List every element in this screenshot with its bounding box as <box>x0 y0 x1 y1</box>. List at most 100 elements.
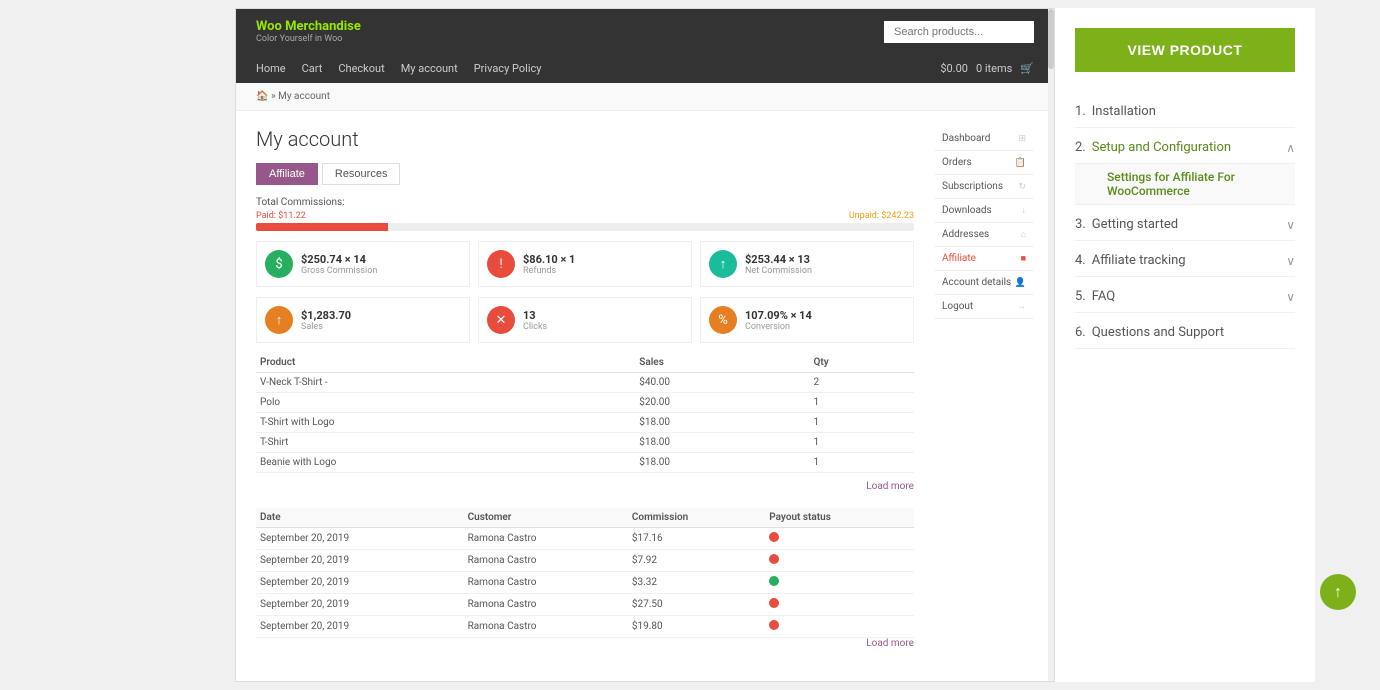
woo-header: Woo Merchandise Color Yourself in Woo <box>236 9 1054 54</box>
stat-net-label: Net Commission <box>745 266 812 276</box>
products-col-qty: Qty <box>810 353 915 373</box>
nav-setup-subitems: Settings for Affiliate For WooCommerce <box>1075 164 1295 205</box>
table-row: September 20, 2019 Ramona Castro $27.50 <box>256 594 914 616</box>
brand-subtitle: Color Yourself in Woo <box>256 34 361 44</box>
tab-resources[interactable]: Resources <box>322 163 401 185</box>
nav-home[interactable]: Home <box>256 62 286 75</box>
nav-item-faq-row[interactable]: 5. FAQ ∨ <box>1075 281 1295 313</box>
scrollbar-thumb[interactable] <box>1048 9 1054 69</box>
nav-item-getting-started-row[interactable]: 3. Getting started ∨ <box>1075 209 1295 241</box>
products-col-sales: Sales <box>635 353 809 373</box>
stat-sales: ↑ $1,283.70 Sales <box>256 297 470 343</box>
right-panel: VIEW PRODUCT 1. Installation 2. Setup an… <box>1055 8 1315 682</box>
stat-sales-label: Sales <box>301 322 351 332</box>
table-row: T-Shirt with Logo$18.001 <box>256 413 914 433</box>
stat-icon-gross: $ <box>265 250 293 278</box>
dashboard-icon: ⊞ <box>1018 134 1026 144</box>
products-col-product: Product <box>256 353 635 373</box>
affiliate-icon: ■ <box>1021 253 1026 264</box>
comm-col-commission: Commission <box>628 508 765 528</box>
nav-installation-label: Installation <box>1092 104 1295 119</box>
commission-paid-label: Paid: $11.22 <box>256 211 306 221</box>
menu-item-account-details[interactable]: Account details 👤 <box>934 271 1034 295</box>
menu-item-dashboard[interactable]: Dashboard ⊞ <box>934 127 1034 151</box>
table-row: V-Neck T-Shirt -$40.002 <box>256 373 914 393</box>
menu-item-downloads[interactable]: Downloads ↓ <box>934 199 1034 223</box>
scrollbar[interactable] <box>1048 9 1054 681</box>
orders-icon: 📋 <box>1015 158 1026 168</box>
woo-account-content: My account Affiliate Resources Total Com… <box>256 127 914 665</box>
logout-icon: → <box>1017 301 1026 312</box>
commissions-table: Date Customer Commission Payout status S… <box>256 508 914 638</box>
commissions-load-more[interactable]: Load more <box>256 638 914 649</box>
nav-item-faq: 5. FAQ ∨ <box>1075 281 1295 313</box>
nav-questions-support-label: Questions and Support <box>1092 325 1295 340</box>
tab-affiliate[interactable]: Affiliate <box>256 163 318 185</box>
commission-bar-fill <box>256 223 388 231</box>
stat-icon-sales: ↑ <box>265 306 293 334</box>
stat-icon-conversion: % <box>709 306 737 334</box>
woo-sidebar-menu: Dashboard ⊞ Orders 📋 Subscriptions ↻ Dow… <box>934 127 1034 665</box>
nav-checkout[interactable]: Checkout <box>338 62 384 75</box>
chevron-up-icon: ∧ <box>1286 141 1295 155</box>
woo-nav-links: Home Cart Checkout My account Privacy Po… <box>256 62 541 75</box>
comm-col-date: Date <box>256 508 464 528</box>
woo-brand: Woo Merchandise Color Yourself in Woo <box>256 19 361 44</box>
woo-search-input[interactable] <box>884 21 1034 43</box>
breadcrumb: 🏠 » My account <box>236 83 1054 111</box>
comm-col-status: Payout status <box>765 508 914 528</box>
status-dot-red <box>769 620 779 630</box>
nav-faq-label: FAQ <box>1092 289 1286 304</box>
account-details-icon: 👤 <box>1015 278 1026 288</box>
nav-item-installation-row[interactable]: 1. Installation <box>1075 96 1295 128</box>
status-dot-red <box>769 598 779 608</box>
menu-item-subscriptions[interactable]: Subscriptions ↻ <box>934 175 1034 199</box>
breadcrumb-current: My account <box>278 91 330 102</box>
stat-net-value: $253.44 × 13 <box>745 253 812 266</box>
nav-item-questions-support: 6. Questions and Support <box>1075 317 1295 349</box>
nav-item-setup: 2. Setup and Configuration ∧ Settings fo… <box>1075 132 1295 205</box>
stat-conversion: % 107.09% × 14 Conversion <box>700 297 914 343</box>
menu-item-addresses[interactable]: Addresses ⌂ <box>934 223 1034 247</box>
menu-item-affiliate[interactable]: Affiliate ■ <box>934 247 1034 271</box>
chevron-down-icon-2: ∨ <box>1286 254 1295 268</box>
addresses-icon: ⌂ <box>1021 229 1026 240</box>
stat-gross-commission: $ $250.74 × 14 Gross Commission <box>256 241 470 287</box>
chevron-down-icon-3: ∨ <box>1286 290 1295 304</box>
table-row: September 20, 2019 Ramona Castro $19.80 <box>256 616 914 638</box>
table-row: T-Shirt$18.001 <box>256 433 914 453</box>
nav-privacy[interactable]: Privacy Policy <box>474 62 542 75</box>
cart-area: $0.00 0 items 🛒 <box>940 62 1034 75</box>
cart-icon[interactable]: 🛒 <box>1020 62 1034 75</box>
nav-item-affiliate-tracking-row[interactable]: 4. Affiliate tracking ∨ <box>1075 245 1295 277</box>
stat-refunds-label: Refunds <box>523 266 575 276</box>
nav-my-account[interactable]: My account <box>401 62 458 75</box>
table-row: September 20, 2019 Ramona Castro $3.32 <box>256 572 914 594</box>
stat-clicks-label: Clicks <box>523 322 547 332</box>
stat-gross-label: Gross Commission <box>301 266 377 276</box>
view-product-button[interactable]: VIEW PRODUCT <box>1075 28 1295 72</box>
nav-sub-settings[interactable]: Settings for Affiliate For WooCommerce <box>1099 164 1295 204</box>
stat-icon-refunds: ! <box>487 250 515 278</box>
scroll-to-top-button[interactable]: ↑ <box>1320 574 1356 610</box>
stats-row-2: ↑ $1,283.70 Sales ✕ 13 Clicks % <box>256 297 914 343</box>
nav-setup-label: Setup and Configuration <box>1092 140 1286 155</box>
nav-item-questions-support-row[interactable]: 6. Questions and Support <box>1075 317 1295 349</box>
breadcrumb-home[interactable]: 🏠 <box>256 91 268 102</box>
stat-icon-clicks: ✕ <box>487 306 515 334</box>
stat-net-commission: ↑ $253.44 × 13 Net Commission <box>700 241 914 287</box>
commission-bar-labels: Paid: $11.22 Unpaid: $242.23 <box>256 211 914 221</box>
commission-bar: Total Commissions: Paid: $11.22 Unpaid: … <box>256 197 914 231</box>
commission-unpaid-label: Unpaid: $242.23 <box>849 211 914 221</box>
menu-item-logout[interactable]: Logout → <box>934 295 1034 319</box>
table-row: Polo$20.001 <box>256 393 914 413</box>
commission-bar-track <box>256 223 914 231</box>
menu-item-orders[interactable]: Orders 📋 <box>934 151 1034 175</box>
account-title: My account <box>256 127 914 151</box>
stat-refunds: ! $86.10 × 1 Refunds <box>478 241 692 287</box>
nav-item-setup-row[interactable]: 2. Setup and Configuration ∧ <box>1075 132 1295 164</box>
table-row: September 20, 2019 Ramona Castro $7.92 <box>256 550 914 572</box>
products-load-more[interactable]: Load more <box>256 481 914 492</box>
stat-conversion-value: 107.09% × 14 <box>745 309 812 322</box>
nav-cart[interactable]: Cart <box>302 62 323 75</box>
